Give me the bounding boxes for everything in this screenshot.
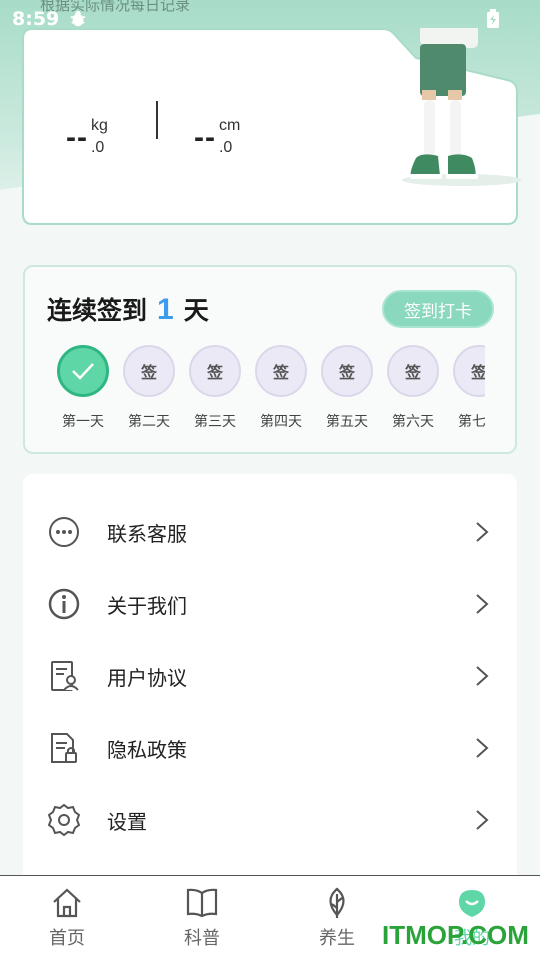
checkin-count: 1 <box>157 293 174 326</box>
checkin-day: 签第三天 <box>187 345 243 431</box>
book-icon <box>185 886 219 920</box>
avatar-figure-illustration <box>402 28 522 186</box>
menu-item-label: 关于我们 <box>107 593 187 618</box>
checkin-day-label: 第一天 <box>62 414 104 430</box>
checkin-suffix: 天 <box>183 297 209 325</box>
leaf-icon <box>320 886 354 920</box>
menu-item-label: 联系客服 <box>107 521 187 546</box>
height-value: -- <box>194 121 216 154</box>
gear-icon <box>47 803 81 837</box>
menu-item-label: 设置 <box>107 809 147 834</box>
chevron-right-icon <box>475 737 489 759</box>
menu-item-privacy-policy[interactable]: 隐私政策 <box>23 712 517 784</box>
checkin-card: 连续签到1天 签到打卡 第一天签第二天签第三天签第四天签第五天签第六天签第七天 <box>23 265 517 454</box>
menu-item-chat-bubble[interactable]: 联系客服 <box>23 496 517 568</box>
menu-item-gear[interactable]: 设置 <box>23 784 517 856</box>
tab-home[interactable]: 首页 <box>0 876 134 960</box>
checkin-day-marker: 签 <box>255 345 307 397</box>
info-icon <box>47 587 81 621</box>
chevron-right-icon <box>475 521 489 543</box>
checkin-day-label: 第二天 <box>128 414 170 430</box>
profile-icon <box>455 886 489 920</box>
checkin-days-row: 第一天签第二天签第三天签第四天签第五天签第六天签第七天 <box>55 345 485 435</box>
menu-item-info[interactable]: 关于我们 <box>23 568 517 640</box>
home-icon <box>50 886 84 920</box>
checkin-day-done-marker <box>57 345 109 397</box>
checkin-day-marker: 签 <box>123 345 175 397</box>
height-metric: -- cm .0 <box>194 117 240 157</box>
weight-metric: -- kg .0 <box>66 117 108 157</box>
tab-book[interactable]: 科普 <box>135 876 269 960</box>
checkin-day-marker: 签 <box>321 345 373 397</box>
menu-item-label: 用户协议 <box>107 665 187 690</box>
weight-decimal: .0 <box>90 139 105 156</box>
menu-item-user-agreement[interactable]: 用户协议 <box>23 640 517 712</box>
checkin-button[interactable]: 签到打卡 <box>382 290 494 328</box>
weight-unit: kg <box>90 117 108 134</box>
weight-value: -- <box>66 121 88 154</box>
tab-label: 科普 <box>184 928 220 949</box>
checkin-day: 签第二天 <box>121 345 177 431</box>
body-metrics-card[interactable]: -- kg .0 -- cm .0 <box>22 28 522 225</box>
checkin-day: 签第五天 <box>319 345 375 431</box>
checkin-day: 签第七天 <box>451 345 485 431</box>
checkmark-icon <box>72 363 94 380</box>
watermark: ITMOP.COM <box>382 920 529 950</box>
checkin-prefix: 连续签到 <box>47 297 148 325</box>
checkin-day-label: 第四天 <box>260 414 302 430</box>
checkin-day-marker: 签 <box>189 345 241 397</box>
chat-bubble-icon <box>47 515 81 549</box>
chevron-right-icon <box>475 593 489 615</box>
checkin-day-label: 第六天 <box>392 414 434 430</box>
metric-divider <box>156 101 158 139</box>
checkin-day-label: 第三天 <box>194 414 236 430</box>
checkin-day-label: 第五天 <box>326 414 368 430</box>
tab-label: 首页 <box>49 928 85 949</box>
battery-icon <box>487 9 499 28</box>
menu-item-label: 隐私政策 <box>107 737 187 762</box>
checkin-day-marker: 签 <box>387 345 439 397</box>
chevron-right-icon <box>475 809 489 831</box>
tab-label: 养生 <box>319 928 355 949</box>
height-unit: cm <box>218 117 241 134</box>
checkin-day-marker: 签 <box>453 345 485 397</box>
settings-menu: 联系客服关于我们用户协议隐私政策设置 <box>23 474 517 894</box>
height-decimal: .0 <box>218 139 233 156</box>
privacy-policy-icon <box>47 731 81 765</box>
status-hint-text: 根据实际情况每日记录 <box>40 0 191 14</box>
chevron-right-icon <box>475 665 489 687</box>
checkin-day: 签第六天 <box>385 345 441 431</box>
user-agreement-icon <box>47 659 81 693</box>
checkin-title: 连续签到 1 天 <box>47 291 209 327</box>
checkin-day-label: 第七天 <box>458 414 485 430</box>
checkin-day: 签第四天 <box>253 345 309 431</box>
checkin-day: 第一天 <box>55 345 111 431</box>
